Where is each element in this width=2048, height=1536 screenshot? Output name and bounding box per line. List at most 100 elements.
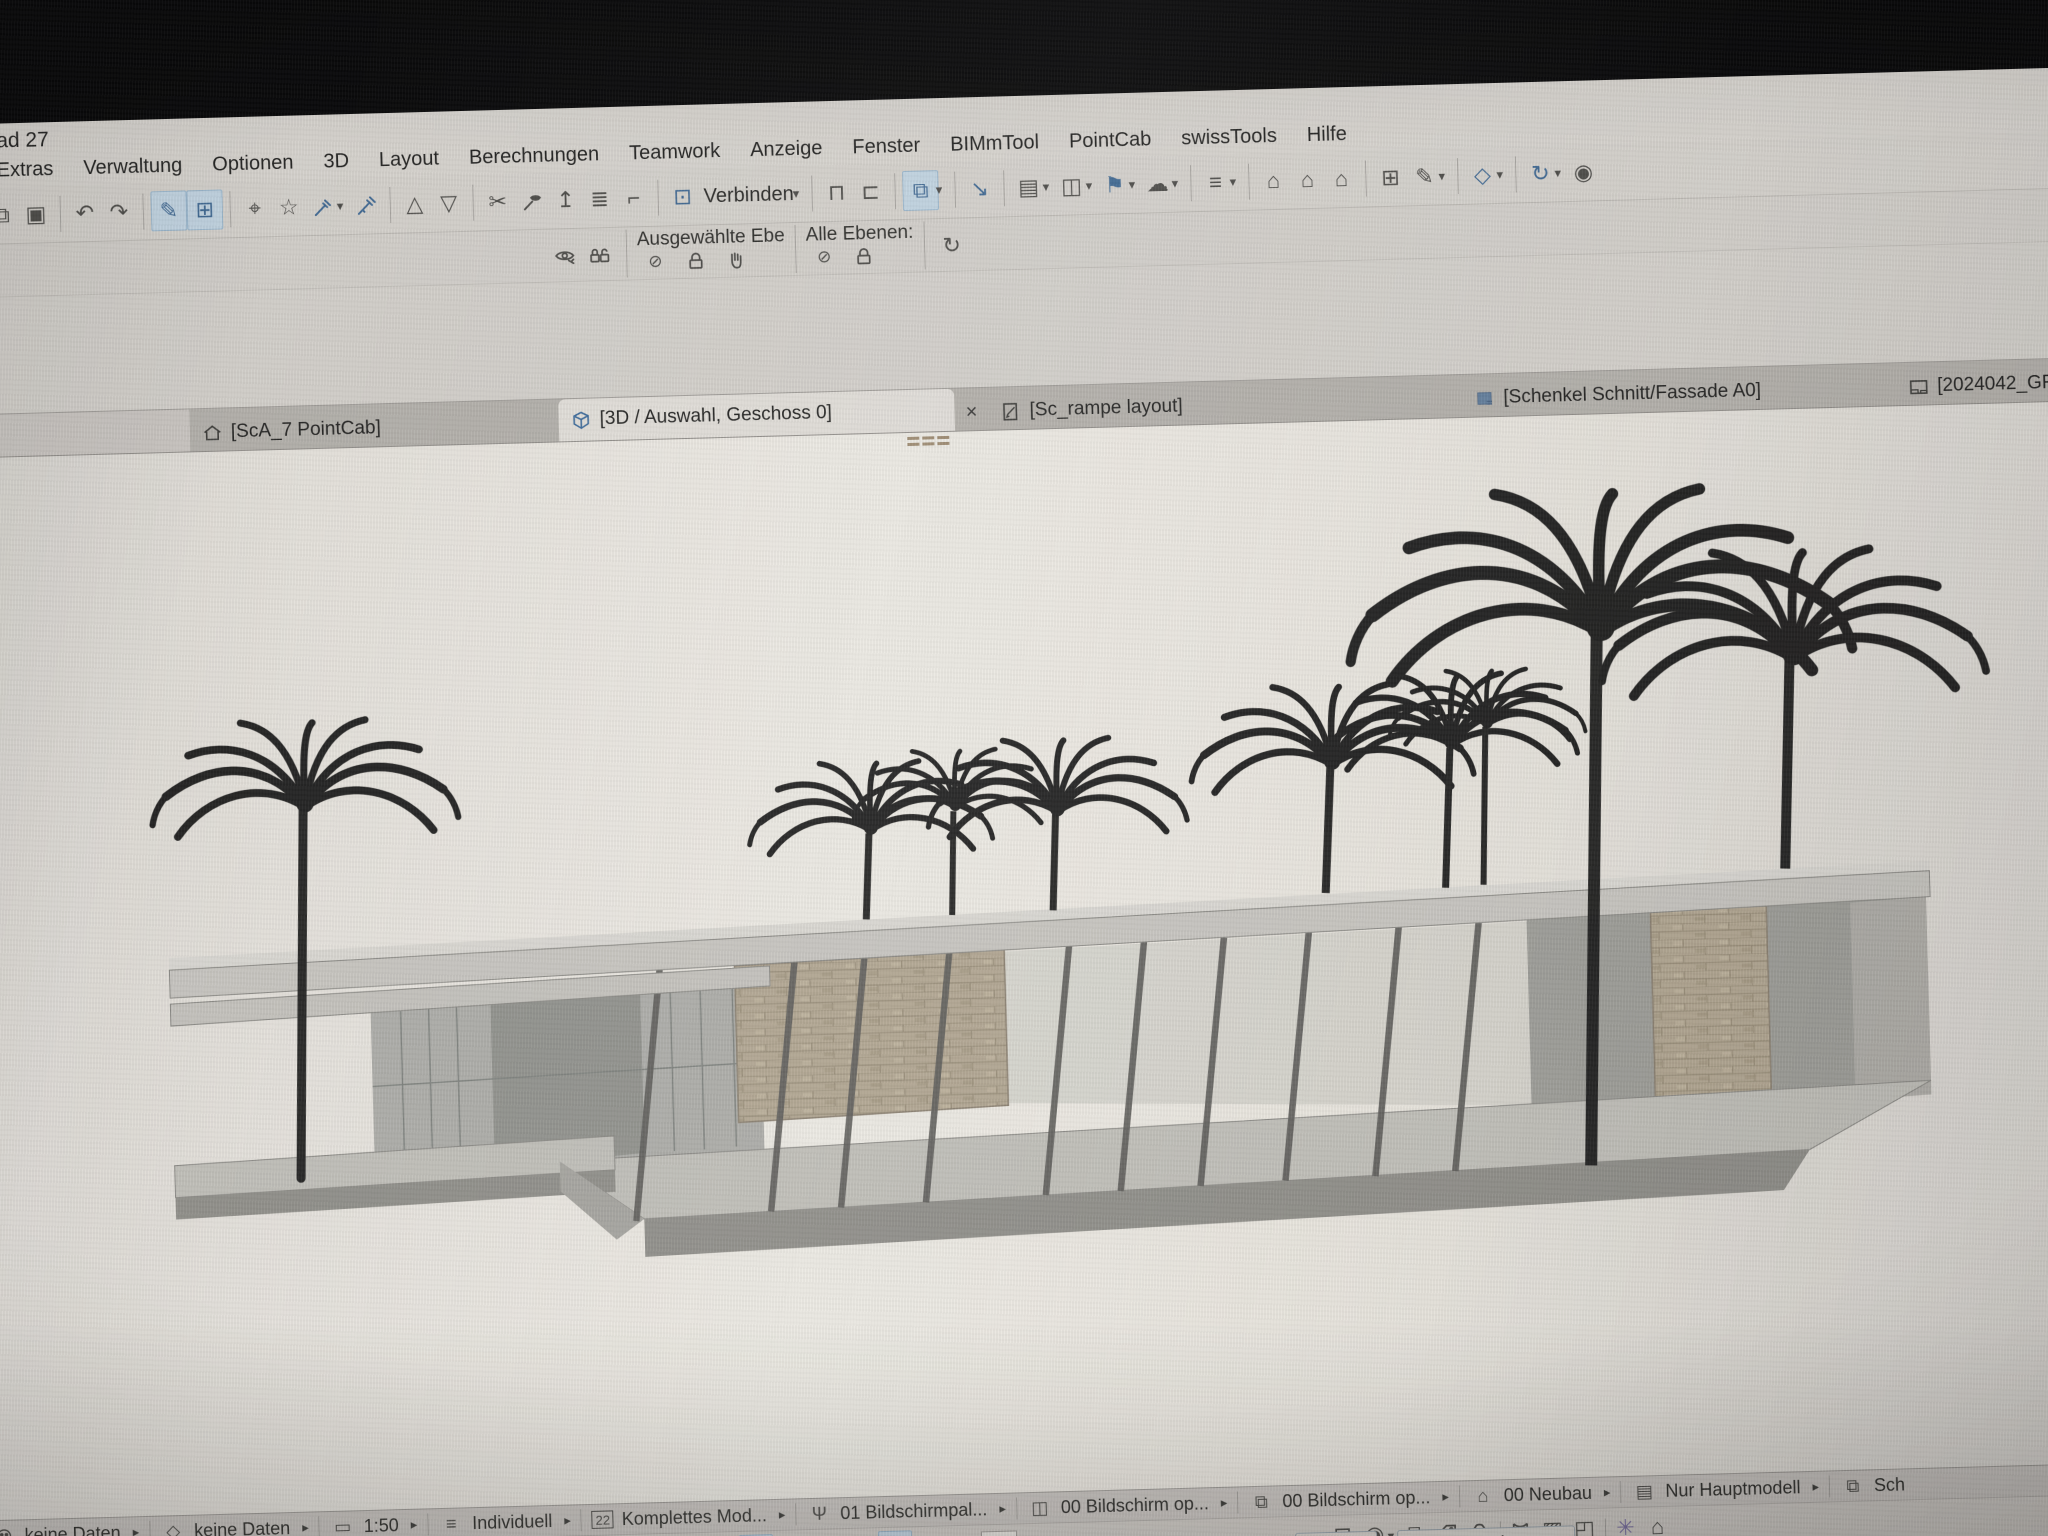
scissors-icon[interactable]: ✂ xyxy=(480,183,515,222)
model-view-segment[interactable]: ◫ 00 Bildschirm op... ▸ xyxy=(1021,1491,1234,1521)
ok-button[interactable]: OK xyxy=(1295,1531,1378,1536)
connect-chain-icon[interactable]: ⊡ xyxy=(665,178,700,217)
renovation-segment[interactable]: ⌂ 00 Neubau ▸ xyxy=(1464,1480,1617,1508)
model-viewport[interactable] xyxy=(0,402,2048,1521)
raster-grid-icon[interactable]: ⊞ xyxy=(186,189,223,230)
menu-pointcab[interactable]: PointCab xyxy=(1054,125,1167,155)
story-up-icon[interactable]: ⌂ xyxy=(1290,161,1325,200)
layers-icon: ≡ xyxy=(438,1511,465,1536)
pen-grid-icon[interactable]: ✎ xyxy=(1407,157,1442,196)
flag-dropdown[interactable]: ▾ xyxy=(1128,177,1140,193)
grid-panel-icon[interactable]: ⊞ xyxy=(1373,158,1408,197)
levels-icon[interactable]: ≣ xyxy=(582,180,617,219)
opening-tool-icon[interactable]: ⊏ xyxy=(853,172,888,211)
all-layers-label: Alle Ebenen: xyxy=(805,222,913,246)
flag-list-icon[interactable]: ⚑ xyxy=(1097,166,1132,205)
menu-fenster[interactable]: Fenster xyxy=(837,132,936,162)
renovation-dropdown[interactable]: ▾ xyxy=(1042,179,1054,195)
marquee-selection-icon[interactable]: ⧉ xyxy=(902,170,939,211)
favorite-segment[interactable]: ◇ keine Daten ▸ xyxy=(154,1515,315,1536)
axonometry-icon[interactable]: ◇ xyxy=(1465,156,1500,195)
layers-stack-icon[interactable]: ≡ xyxy=(1198,163,1233,202)
clipboard-icon[interactable]: ▣ xyxy=(18,195,53,234)
structure-display-icon: ▤ xyxy=(1631,1479,1658,1504)
tabbar-lead xyxy=(0,409,190,457)
layers-dropdown[interactable]: ▾ xyxy=(1229,174,1241,190)
menu-verwaltung[interactable]: Verwaltung xyxy=(68,152,198,182)
corner-tool-icon[interactable]: ⌐ xyxy=(616,179,651,218)
redo-icon[interactable]: ↷ xyxy=(101,193,136,232)
menu-teamwork[interactable]: Teamwork xyxy=(614,137,736,167)
menu-extras[interactable]: Extras xyxy=(0,155,69,184)
collapse-icon[interactable]: ↘ xyxy=(962,170,997,209)
lock-unlock-icon[interactable] xyxy=(582,236,617,275)
orbit-3d-icon[interactable]: ↻ xyxy=(1523,154,1558,193)
pen-set-icon: Ψ xyxy=(806,1501,833,1526)
relative-coords-icon[interactable]: ⊠ xyxy=(877,1530,912,1536)
verbinden-label[interactable]: Verbinden xyxy=(703,182,794,207)
monitor-photo: chicad 27 Extras Verwaltung Optionen 3D … xyxy=(0,0,2048,1536)
eye-swirl-icon[interactable] xyxy=(548,237,583,276)
axonometry-dropdown[interactable]: ▾ xyxy=(1496,167,1508,183)
survey-segment[interactable]: keine Daten ▸ xyxy=(0,1520,146,1536)
lock-all-layers-icon[interactable] xyxy=(852,245,877,268)
favorites-star-icon[interactable]: ☆ xyxy=(271,188,306,227)
tab-grundriss-ug[interactable]: [2024042_GR_1.UG Grundriss 1.Unterges... xyxy=(1896,365,2048,406)
menu-optionen[interactable]: Optionen xyxy=(197,149,309,179)
graphic-override-segment[interactable]: ⧉ 00 Bildschirm op... ▸ xyxy=(1242,1485,1455,1515)
copy-icon[interactable]: ⧉ xyxy=(0,196,19,235)
survey-icon xyxy=(0,1524,17,1536)
pen-grid-dropdown[interactable]: ▾ xyxy=(1438,168,1450,184)
globe-icon[interactable]: ◉ xyxy=(1566,153,1601,192)
grab-layer-icon[interactable] xyxy=(723,248,748,271)
eyedropper-dropdown[interactable]: ▾ xyxy=(337,198,349,214)
selected-layer-label: Ausgewählte Ebe xyxy=(637,225,785,250)
increase-icon[interactable]: △ xyxy=(397,185,432,224)
beam-tool-icon[interactable]: ⊓ xyxy=(819,173,854,212)
elevate-icon[interactable]: ↥ xyxy=(548,181,583,220)
section-view-icon[interactable]: ◫ xyxy=(1054,167,1089,206)
half-dropdown-arrow[interactable]: ▸ xyxy=(980,1530,1017,1536)
syringe-icon[interactable] xyxy=(348,186,383,225)
eyedropper-icon[interactable] xyxy=(305,187,340,226)
partial-segment[interactable]: ⧉ Sch xyxy=(1834,1472,1912,1498)
layer-combination-segment[interactable]: 22 Komplettes Mod... ▸ xyxy=(586,1504,792,1531)
marquee-dropdown[interactable]: ▾ xyxy=(935,182,947,198)
undo-icon[interactable]: ↶ xyxy=(67,194,102,233)
half-snap-group[interactable]: Hälfte ▸ xyxy=(925,1524,1017,1536)
library-part-icon[interactable]: ✳ xyxy=(1609,1511,1642,1536)
zoom-target-icon[interactable]: ⌖ xyxy=(237,189,272,228)
lock-layer-icon[interactable] xyxy=(683,249,708,272)
cloud-teamwork-icon[interactable]: ☁ xyxy=(1140,165,1175,204)
hide-layer-icon[interactable]: ⊘ xyxy=(643,250,668,273)
verbinden-dropdown[interactable]: ▾ xyxy=(792,186,804,202)
hide-all-layers-icon[interactable]: ⊘ xyxy=(812,246,837,269)
menu-berechnungen[interactable]: Berechnungen xyxy=(454,140,615,171)
window-title: chicad 27 xyxy=(0,128,49,154)
tab-close-button[interactable]: × xyxy=(954,394,989,431)
decrease-icon[interactable]: ▽ xyxy=(431,184,466,223)
sheet-icon xyxy=(1474,388,1496,410)
menu-3d[interactable]: 3D xyxy=(308,147,364,175)
menu-anzeige[interactable]: Anzeige xyxy=(735,134,838,164)
pen-set-segment[interactable]: Ψ 01 Bildschirmpal... ▸ xyxy=(800,1497,1012,1527)
menu-swisstools[interactable]: swissTools xyxy=(1166,122,1292,152)
menu-hilfe[interactable]: Hilfe xyxy=(1291,120,1362,149)
menu-layout[interactable]: Layout xyxy=(364,145,455,174)
snap-grid-icon[interactable]: ⊞ xyxy=(813,1532,846,1536)
camera-house-icon[interactable]: ⌂ xyxy=(1641,1510,1674,1536)
reset-layers-icon[interactable]: ↻ xyxy=(934,226,969,265)
axe-split-icon[interactable] xyxy=(514,182,549,221)
attribute-pen-icon[interactable]: ✎ xyxy=(150,190,187,231)
snap-point-icon[interactable]: ✳ xyxy=(845,1531,878,1536)
story-down-icon[interactable]: ⌂ xyxy=(1324,160,1359,199)
structure-display-segment[interactable]: ▤ Nur Hauptmodell ▸ xyxy=(1625,1475,1825,1504)
menu-bimmtool[interactable]: BIMmTool xyxy=(935,128,1055,158)
section-dropdown[interactable]: ▾ xyxy=(1085,178,1097,194)
story-settings-icon[interactable]: ⌂ xyxy=(1256,162,1291,201)
scale-segment[interactable]: ▭ 1:50 ▸ xyxy=(323,1513,423,1536)
cloud-dropdown[interactable]: ▾ xyxy=(1171,175,1183,191)
orbit-dropdown[interactable]: ▾ xyxy=(1554,165,1566,181)
renovation-cards-icon[interactable]: ▤ xyxy=(1011,168,1046,207)
layers-segment[interactable]: ≡ Individuell ▸ xyxy=(432,1508,577,1536)
